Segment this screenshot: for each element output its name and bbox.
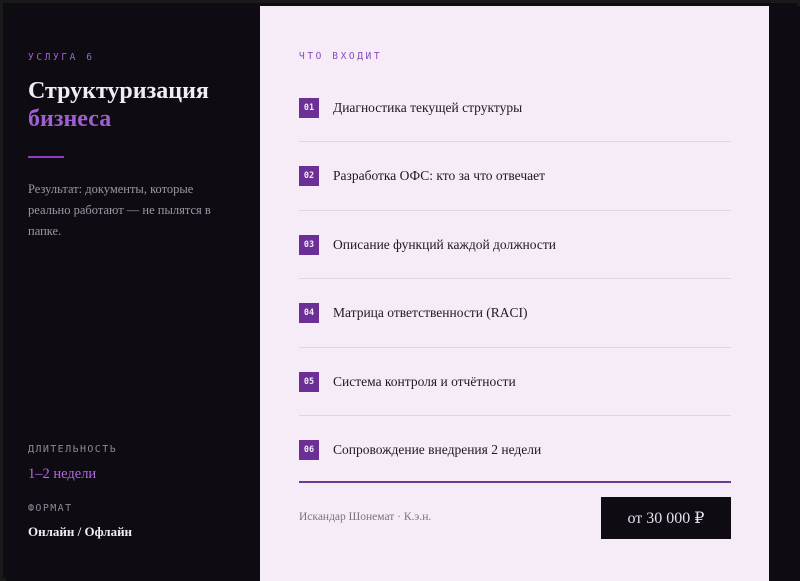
service-title-line1: Структуризация [28,78,209,104]
included-heading: ЧТО ВХОДИТ [299,51,383,62]
item-number-badge: 03 [299,234,319,255]
item-number-badge: 06 [299,439,319,460]
service-summary-panel: УСЛУГА 6 Структуризация бизнеса Результа… [6,6,260,581]
list-item: 01 Диагностика текущей структуры [299,74,731,143]
included-panel: ЧТО ВХОДИТ 01 Диагностика текущей структ… [260,6,769,581]
author-credit: Искандар Шонемат · К.э.н. [299,511,432,523]
item-label: Система контроля и отчётности [333,373,516,389]
duration-label: ДЛИТЕЛЬНОСТЬ [28,444,118,455]
price-button[interactable]: от 30 000 ₽ [601,497,731,539]
item-number-badge: 02 [299,166,319,187]
title-divider [28,156,64,158]
service-description: Результат: документы, которые реально ра… [28,182,211,238]
item-label: Описание функций каждой должности [333,236,556,252]
item-number-badge: 04 [299,303,319,324]
format-label: ФОРМАТ [28,503,73,514]
list-item: 03 Описание функций каждой должности [299,211,731,280]
list-item: 05 Система контроля и отчётности [299,348,731,416]
included-list: 01 Диагностика текущей структуры 02 Разр… [299,74,731,483]
item-number-badge: 01 [299,98,319,118]
format-value: Онлайн / Офлайн [28,524,133,539]
duration-value: 1–2 недели [28,466,97,482]
right-edge-strip [769,6,800,581]
list-item: 02 Разработка ОФС: кто за что отвечает [299,142,731,211]
item-label: Разработка ОФС: кто за что отвечает [333,168,546,184]
service-card: УСЛУГА 6 Структуризация бизнеса Результа… [0,0,800,581]
service-number-label: УСЛУГА 6 [28,52,95,63]
service-title: Структуризация бизнеса [28,77,248,133]
list-item: 04 Матрица ответственности (RACI) [299,279,731,348]
item-label: Диагностика текущей структуры [333,100,523,115]
item-label: Матрица ответственности (RACI) [333,305,528,321]
item-number-badge: 05 [299,371,319,392]
item-label: Сопровождение внедрения 2 недели [333,441,542,457]
list-item: 06 Сопровождение внедрения 2 недели [299,416,731,483]
service-title-line2: бизнеса [28,106,112,132]
